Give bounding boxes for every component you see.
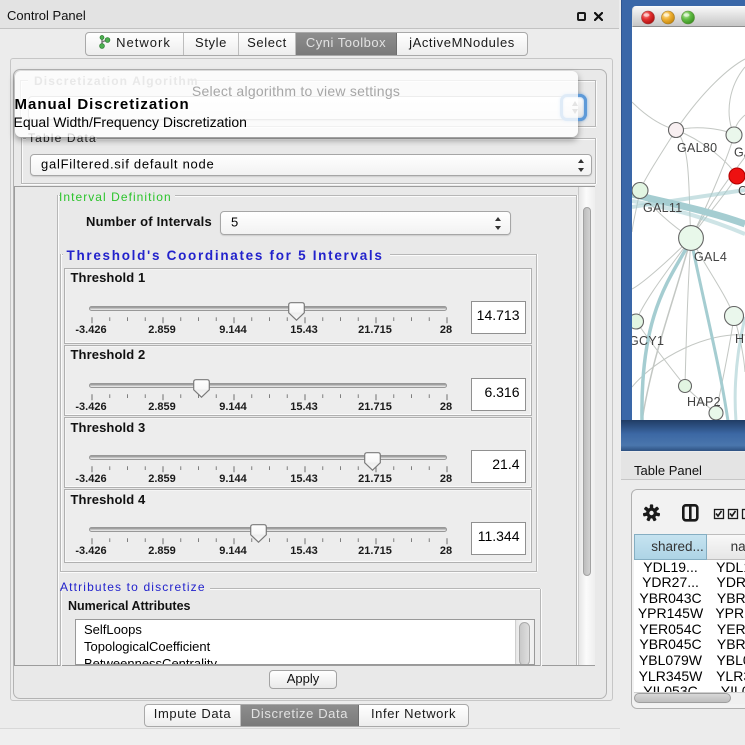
svg-text:GAL80: GAL80 (677, 141, 717, 155)
svg-text:GAL4: GAL4 (694, 250, 727, 264)
svg-text:H: H (735, 332, 744, 346)
svg-text:GCY1: GCY1 (632, 334, 664, 348)
svg-text:C: C (738, 184, 745, 198)
svg-text:GAL11: GAL11 (643, 201, 683, 215)
svg-text:GAL: GAL (734, 146, 745, 160)
svg-text:HAP2: HAP2 (687, 395, 721, 409)
